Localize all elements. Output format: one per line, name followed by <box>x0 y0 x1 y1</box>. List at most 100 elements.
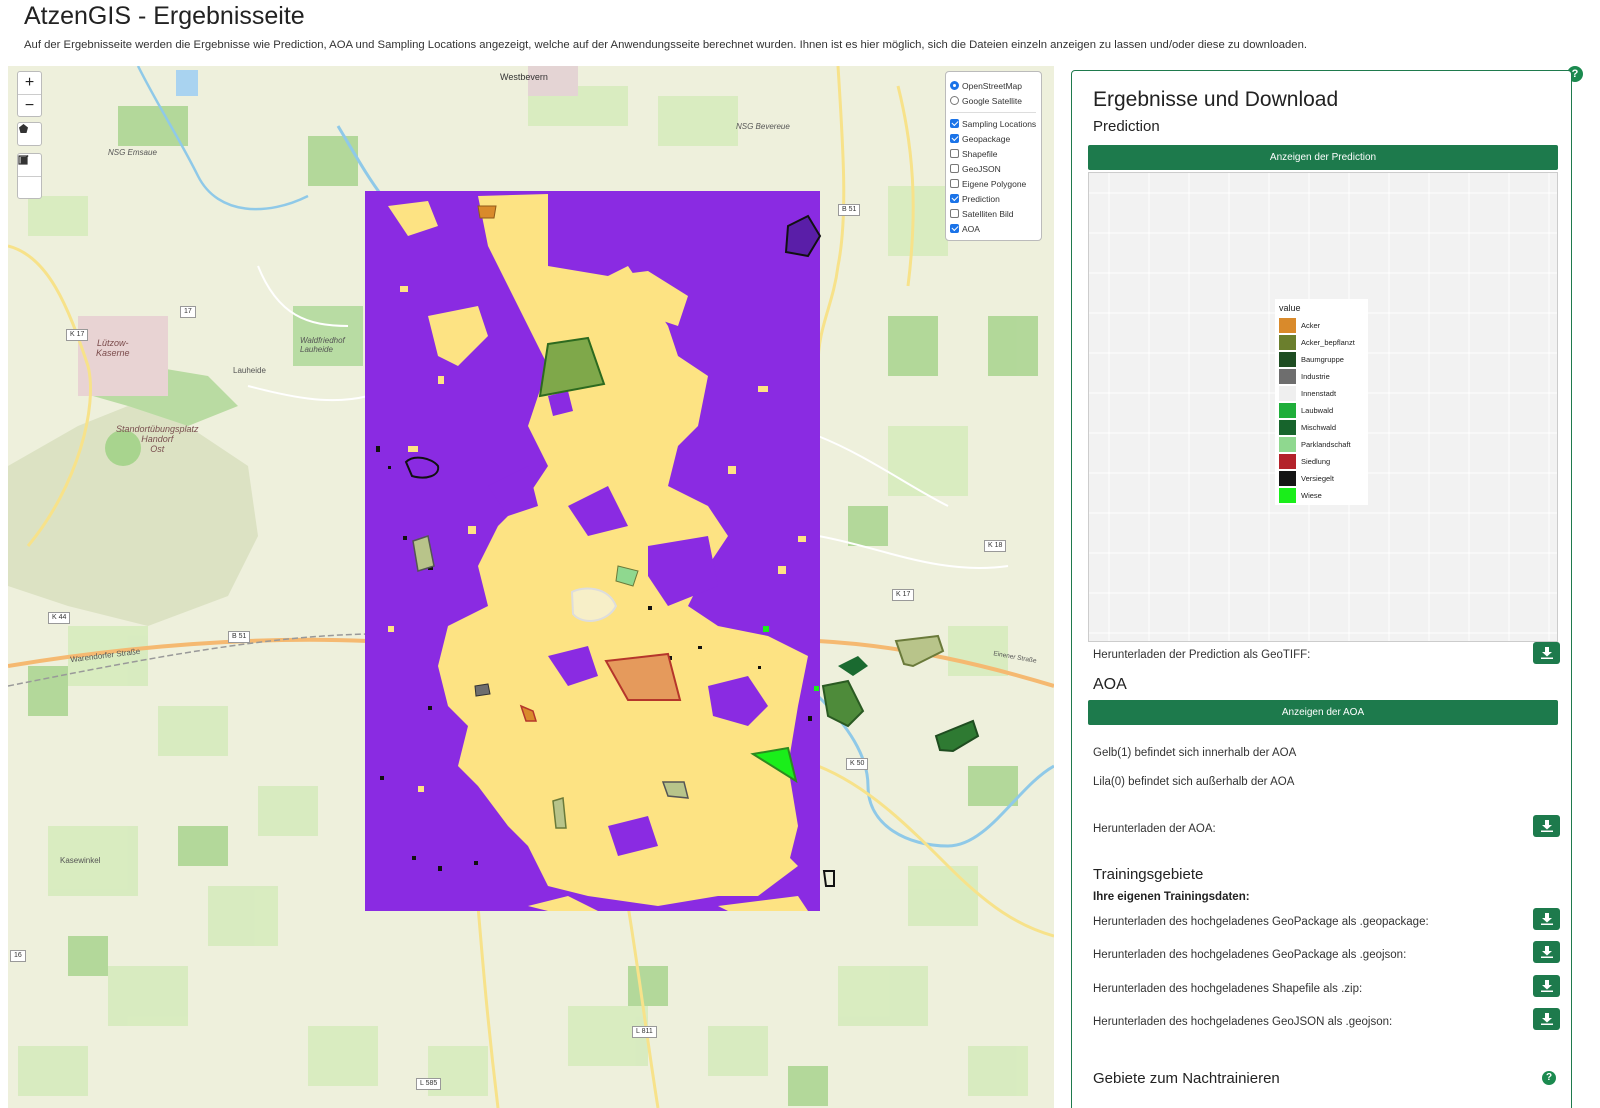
road-tag: K 18 <box>984 540 1007 552</box>
legend-item: Wiese <box>1279 487 1364 504</box>
aoa-outside-text: Lila(0) befindet sich außerhalb der AOA <box>1093 776 1295 788</box>
road-tag: 17 <box>180 306 196 318</box>
layer-label: GeoJSON <box>962 163 1001 174</box>
training-subheading: Ihre eigenen Trainingsdaten: <box>1093 891 1250 903</box>
road-tag: B 51 <box>228 631 251 643</box>
overlay-prediction[interactable]: Prediction <box>950 191 1036 206</box>
legend-label: Baumgruppe <box>1301 355 1344 364</box>
draw-polygon-button[interactable] <box>18 123 41 145</box>
training-download-label: Herunterladen des hochgeladenes GeoJSON … <box>1093 1016 1393 1028</box>
overlay-geopackage[interactable]: Geopackage <box>950 131 1036 146</box>
delete-layers-button[interactable] <box>18 155 41 198</box>
legend-item: Acker_bepflanzt <box>1279 334 1364 351</box>
legend-swatch <box>1279 437 1296 452</box>
radio-icon[interactable] <box>950 81 959 90</box>
aoa-inside-text: Gelb(1) befindet sich innerhalb der AOA <box>1093 747 1297 759</box>
legend-swatch <box>1279 454 1296 469</box>
layer-label: Prediction <box>962 193 1000 204</box>
page-title: AtzenGIS - Ergebnisseite <box>24 2 305 30</box>
legend-label: Industrie <box>1301 372 1330 381</box>
layer-label: OpenStreetMap <box>962 80 1023 91</box>
retrain-help-icon[interactable]: ? <box>1542 1071 1556 1085</box>
map[interactable]: Westbevern Lützow- Kaserne Standortübung… <box>8 66 1054 1108</box>
label-standortuebungsplatz: Standortübungsplatz Handorf Ost <box>116 424 199 454</box>
legend-swatch <box>1279 318 1296 333</box>
label-nsg-bevereue: NSG Bevereue <box>736 122 790 131</box>
label-lutzow-kaserne: Lützow- Kaserne <box>96 338 130 358</box>
retrain-heading: Gebiete zum Nachtrainieren <box>1093 1070 1280 1087</box>
legend-label: Acker <box>1301 321 1321 330</box>
road-tag: K 44 <box>48 612 71 624</box>
show-aoa-button[interactable]: Anzeigen der AOA <box>1088 700 1558 725</box>
aoa-download-label: Herunterladen der AOA: <box>1093 823 1216 835</box>
download-geopackage-button[interactable] <box>1533 908 1560 930</box>
legend-item: Industrie <box>1279 368 1364 385</box>
checkbox[interactable] <box>950 209 959 218</box>
overlay-satelliten-bild[interactable]: Satelliten Bild <box>950 206 1036 221</box>
results-panel: Ergebnisse und Download Prediction Anzei… <box>1071 70 1572 1108</box>
road-tag: K 17 <box>892 589 915 601</box>
checkbox[interactable] <box>950 134 959 143</box>
download-aoa-button[interactable] <box>1533 815 1560 837</box>
road-tag: 16 <box>10 950 26 962</box>
legend-swatch <box>1279 335 1296 350</box>
road-tag: B 51 <box>838 204 861 216</box>
overlay-aoa[interactable]: AOA <box>950 221 1036 236</box>
checkbox[interactable] <box>950 119 959 128</box>
checkbox[interactable] <box>950 224 959 233</box>
download-geopackage-geojson-button[interactable] <box>1533 941 1560 963</box>
training-download-label: Herunterladen des hochgeladenes Shapefil… <box>1093 983 1363 995</box>
zoom-out-button[interactable]: − <box>18 94 41 116</box>
legend-swatch <box>1279 386 1296 401</box>
legend-title: value <box>1279 303 1301 313</box>
show-prediction-button[interactable]: Anzeigen der Prediction <box>1088 145 1558 170</box>
legend-item: Laubwald <box>1279 402 1364 419</box>
legend-label: Wiese <box>1301 491 1322 500</box>
download-geojson-button[interactable] <box>1533 1008 1560 1030</box>
checkbox[interactable] <box>950 149 959 158</box>
prediction-plot: value Acker Acker_bepflanzt Baumgruppe I… <box>1088 172 1558 642</box>
download-prediction-button[interactable] <box>1533 642 1560 664</box>
legend-item: Versiegelt <box>1279 470 1364 487</box>
prediction-heading: Prediction <box>1093 118 1160 135</box>
legend-swatch <box>1279 471 1296 486</box>
download-icon <box>1540 820 1553 832</box>
road-tag: L 585 <box>416 1078 442 1090</box>
training-download-label: Herunterladen des hochgeladenes GeoPacka… <box>1093 916 1429 928</box>
base-layer-satellite[interactable]: Google Satellite <box>950 93 1036 108</box>
legend-swatch <box>1279 420 1296 435</box>
checkbox[interactable] <box>950 164 959 173</box>
legend-label: Acker_bepflanzt <box>1301 338 1355 347</box>
overlay-sampling-locations[interactable]: Sampling Locations <box>950 116 1036 131</box>
page-description: Auf der Ergebnisseite werden die Ergebni… <box>24 39 1308 51</box>
checkbox[interactable] <box>950 194 959 203</box>
legend-label: Siedlung <box>1301 457 1331 466</box>
download-shapefile-button[interactable] <box>1533 975 1560 997</box>
label-waldfriedhof: Waldfriedhof Lauheide <box>300 336 345 354</box>
legend-swatch <box>1279 369 1296 384</box>
overlay-eigene-polygone[interactable]: Eigene Polygone <box>950 176 1036 191</box>
road-tag: L 811 <box>632 1026 657 1038</box>
training-heading: Trainingsgebiete <box>1093 866 1204 883</box>
download-icon <box>1540 946 1553 958</box>
layer-label: AOA <box>962 223 980 234</box>
legend-swatch <box>1279 488 1296 503</box>
legend-label: Versiegelt <box>1301 474 1334 483</box>
legend-item: Baumgruppe <box>1279 351 1364 368</box>
radio-icon[interactable] <box>950 96 959 105</box>
overlay-shapefile[interactable]: Shapefile <box>950 146 1036 161</box>
aoa-heading: AOA <box>1093 676 1127 693</box>
download-icon <box>1540 647 1553 659</box>
road-tag: K 17 <box>66 329 89 341</box>
legend-swatch <box>1279 403 1296 418</box>
zoom-in-button[interactable]: + <box>18 72 41 94</box>
base-layer-osm[interactable]: OpenStreetMap <box>950 78 1036 93</box>
prediction-legend: value Acker Acker_bepflanzt Baumgruppe I… <box>1275 299 1368 505</box>
prediction-download-label: Herunterladen der Prediction als GeoTIFF… <box>1093 649 1311 661</box>
panel-title: Ergebnisse und Download <box>1093 88 1339 111</box>
checkbox[interactable] <box>950 179 959 188</box>
legend-label: Parklandschaft <box>1301 440 1351 449</box>
layer-label: Eigene Polygone <box>962 178 1027 189</box>
training-download-label: Herunterladen des hochgeladenes GeoPacka… <box>1093 949 1407 961</box>
overlay-geojson[interactable]: GeoJSON <box>950 161 1036 176</box>
